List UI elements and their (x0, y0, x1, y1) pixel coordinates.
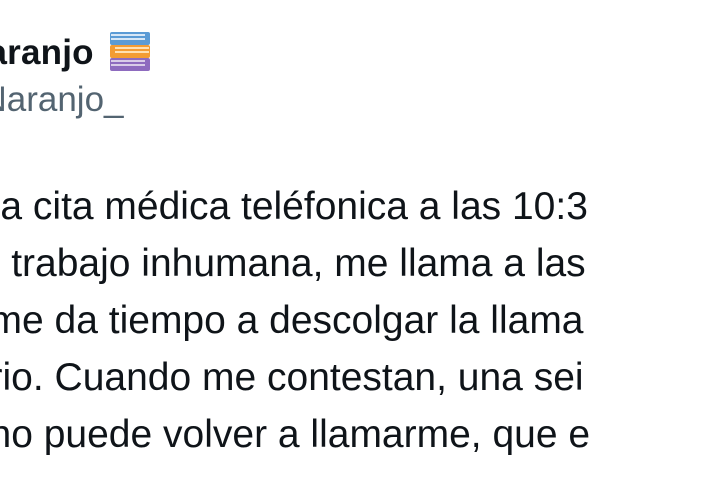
tweet-text-line: o no puede volver a llamarme, que e (0, 413, 591, 456)
tweet-author-header: Naranjo _Naranjo_ (0, 22, 682, 142)
author-name-row: Naranjo (0, 22, 156, 82)
tweet-text-line: o me da tiempo a descolgar la llama (0, 299, 584, 342)
tweet-text-line: torio. Cuando me contestan, una sei (0, 356, 584, 399)
author-display-name[interactable]: Naranjo (0, 35, 94, 70)
tweet-text-line: de trabajo inhumana, me llama a las (0, 242, 586, 285)
author-handle[interactable]: _Naranjo_ (0, 82, 124, 117)
books-icon (106, 27, 156, 77)
tweet-text-line: una cita médica teléfonica a las 10:3 (0, 185, 588, 228)
tweet-screenshot: Naranjo _Naranjo_ una cita médica teléfo… (0, 0, 720, 480)
tweet-text: una cita médica teléfonica a las 10:3 de… (0, 178, 720, 463)
